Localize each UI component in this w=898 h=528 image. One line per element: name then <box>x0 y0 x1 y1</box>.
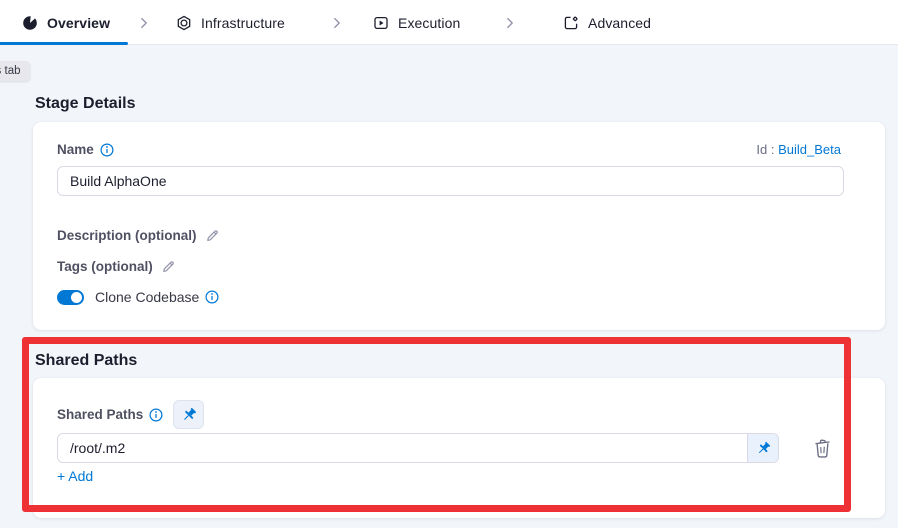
tab-label: Advanced <box>588 15 651 31</box>
input-type-selector-button[interactable] <box>747 434 778 462</box>
shared-path-input[interactable] <box>57 433 779 463</box>
tab-overview[interactable]: Overview <box>22 0 110 45</box>
shared-paths-card: Shared Paths <box>33 378 885 518</box>
tab-execution[interactable]: Execution <box>373 0 460 45</box>
shared-path-row <box>57 433 834 463</box>
id-label: Id : <box>756 142 774 157</box>
edit-pencil-icon[interactable] <box>205 228 220 243</box>
info-icon[interactable] <box>149 408 163 422</box>
tab-label: Infrastructure <box>201 15 285 31</box>
id-value-link[interactable]: Build_Beta <box>778 142 841 157</box>
info-icon[interactable] <box>100 143 114 157</box>
name-label-row: Name <box>57 142 114 157</box>
execution-icon <box>373 15 389 31</box>
stage-details-card: Name Id : Build_Beta Description (option… <box>33 122 885 330</box>
pin-icon <box>181 407 197 423</box>
stage-details-heading: Stage Details <box>35 95 135 113</box>
tab-advanced[interactable]: Advanced <box>563 0 651 45</box>
chevron-right-icon <box>330 0 344 45</box>
clone-codebase-label: Clone Codebase <box>95 289 199 305</box>
tab-tooltip: is tab <box>0 61 30 81</box>
input-type-selector-button[interactable] <box>173 400 204 429</box>
shared-paths-label: Shared Paths <box>57 407 143 422</box>
toggle-knob <box>71 292 82 303</box>
infrastructure-icon <box>176 15 192 31</box>
chevron-right-icon <box>503 0 517 45</box>
info-icon[interactable] <box>205 290 219 304</box>
add-path-link[interactable]: + Add <box>57 468 93 484</box>
advanced-icon <box>563 15 579 31</box>
stage-id: Id : Build_Beta <box>756 142 841 157</box>
edit-pencil-icon[interactable] <box>161 259 176 274</box>
stage-tabs-bar: Overview Infrastructure <box>0 0 898 45</box>
stage-config-screen: Overview Infrastructure <box>0 0 898 528</box>
shared-paths-heading: Shared Paths <box>35 352 137 370</box>
active-tab-underline <box>0 42 128 45</box>
delete-path-button[interactable] <box>810 436 834 460</box>
tags-label: Tags (optional) <box>57 259 153 274</box>
chevron-right-icon <box>137 0 151 45</box>
overview-icon <box>22 15 38 31</box>
trash-icon <box>813 438 832 459</box>
name-label: Name <box>57 142 94 157</box>
tab-label: Overview <box>47 15 110 31</box>
pin-icon <box>756 441 771 456</box>
clone-codebase-toggle[interactable] <box>57 290 84 305</box>
tab-label: Execution <box>398 15 460 31</box>
stage-name-input[interactable] <box>57 166 844 196</box>
tab-infrastructure[interactable]: Infrastructure <box>176 0 285 45</box>
description-label: Description (optional) <box>57 228 197 243</box>
shared-paths-label-row: Shared Paths <box>57 407 163 422</box>
